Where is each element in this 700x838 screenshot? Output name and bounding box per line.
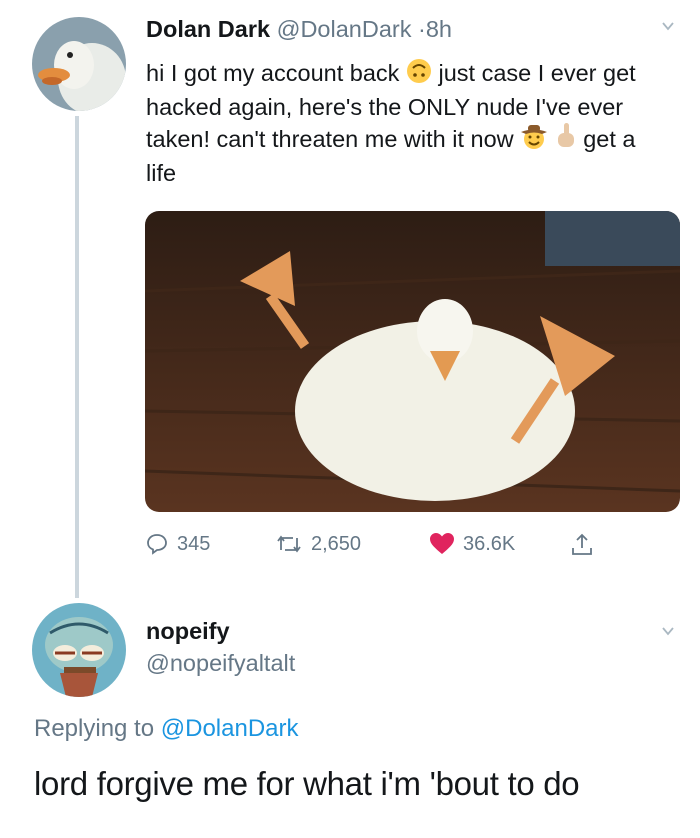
retweet-count: 2,650 [311,532,362,555]
reply-action[interactable]: 345 [145,532,210,556]
like-action[interactable]: 36.6K [429,532,515,556]
separator-dot: · [418,16,426,42]
share-action[interactable] [570,532,594,558]
author-handle[interactable]: @DolanDark [277,16,412,42]
retweet-action[interactable]: 2,650 [275,532,361,556]
reply-author-avatar[interactable] [32,603,126,697]
tweet-header: Dolan Dark @DolanDark ·8h [146,14,452,44]
upside-down-face-emoji-icon [406,58,432,92]
replying-to-prefix: Replying to [34,715,155,742]
tweet-text-part1: hi I got my account back [146,60,400,86]
cowboy-face-emoji-icon [520,124,548,158]
replying-to-link[interactable]: @DolanDark [161,715,299,742]
share-icon [572,533,592,555]
tweet-media-photo[interactable] [145,211,680,512]
reply-author-name[interactable]: nopeify [146,618,230,645]
thread-line [75,116,79,598]
middle-finger-emoji-icon [555,122,577,158]
author-avatar[interactable] [32,17,126,111]
tweet-time[interactable]: 8h [426,16,452,42]
reply-author-handle[interactable]: @nopeifyaltalt [146,650,295,677]
reply-menu-chevron-icon[interactable] [661,624,675,643]
reply-count: 345 [177,532,211,555]
replying-to-line: Replying to @DolanDark [34,715,299,743]
reply-text: lord forgive me for what i'm 'bout to do [34,765,580,802]
tweet-actions: 345 2,650 36.6K [145,532,625,562]
author-name[interactable]: Dolan Dark [146,16,270,42]
heart-icon [430,533,454,554]
like-count: 36.6K [463,532,516,555]
reply-icon [147,534,167,555]
tweet-menu-chevron-icon[interactable] [661,19,675,38]
retweet-icon [277,535,301,553]
tweet-text: hi I got my account back just case I eve… [146,58,666,188]
